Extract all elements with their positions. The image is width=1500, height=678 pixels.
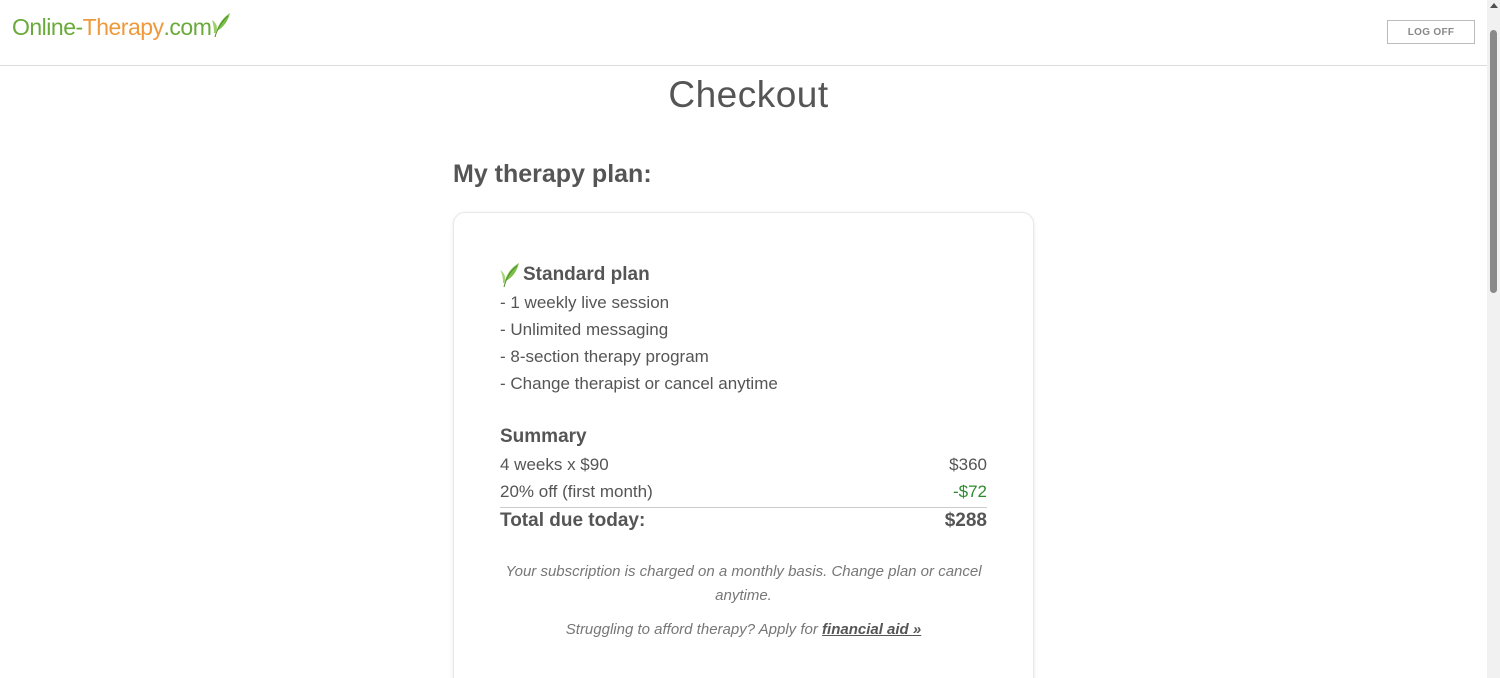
top-header: Online- Therapy .com LOG OFF — [0, 0, 1487, 66]
plan-feature: - Unlimited messaging — [500, 320, 669, 339]
logo[interactable]: Online- Therapy .com — [12, 12, 232, 41]
plan-feature: - 8-section therapy program — [500, 347, 709, 366]
summary-divider — [500, 507, 987, 508]
leaf-icon — [212, 12, 231, 37]
plan-name: Standard plan — [523, 264, 650, 285]
leaf-icon — [500, 263, 519, 288]
scroll-thumb[interactable] — [1490, 30, 1497, 293]
total-amount: $288 — [944, 510, 987, 531]
scroll-up-arrow-icon[interactable] — [1490, 3, 1498, 8]
total-line: Total due today: $288 — [500, 510, 987, 532]
plan-feature: - 1 weekly live session — [500, 293, 670, 312]
financial-aid-note: Struggling to afford therapy? Apply for … — [500, 618, 987, 642]
plan-card: Standard plan - 1 weekly live session - … — [453, 212, 1034, 678]
subscription-note: Your subscription is charged on a monthl… — [505, 563, 982, 604]
summary-line: 4 weeks x $90 $360 — [500, 455, 987, 475]
summary-title: Summary — [500, 426, 587, 447]
discount-label: 20% off (first month) — [500, 482, 653, 501]
logo-text-online: Online- — [12, 14, 83, 40]
discount-line: 20% off (first month) -$72 — [500, 482, 987, 502]
plan-feature: - Change therapist or cancel anytime — [500, 374, 778, 393]
logo-text-therapy: Therapy — [82, 14, 164, 40]
log-off-button[interactable]: LOG OFF — [1387, 20, 1475, 44]
plan-name-row: Standard plan — [500, 262, 650, 288]
financial-aid-prefix: Struggling to afford therapy? Apply for — [565, 621, 823, 638]
plan-heading: My therapy plan: — [453, 160, 652, 188]
summary-line-label: 4 weeks x $90 — [500, 455, 609, 474]
summary-line-amount: $360 — [949, 455, 987, 474]
total-label: Total due today: — [500, 510, 646, 531]
logo-text-com: .com — [163, 14, 212, 40]
discount-amount: -$72 — [952, 482, 987, 501]
financial-aid-link[interactable]: financial aid » — [822, 621, 921, 638]
page-title: Checkout — [668, 74, 829, 115]
